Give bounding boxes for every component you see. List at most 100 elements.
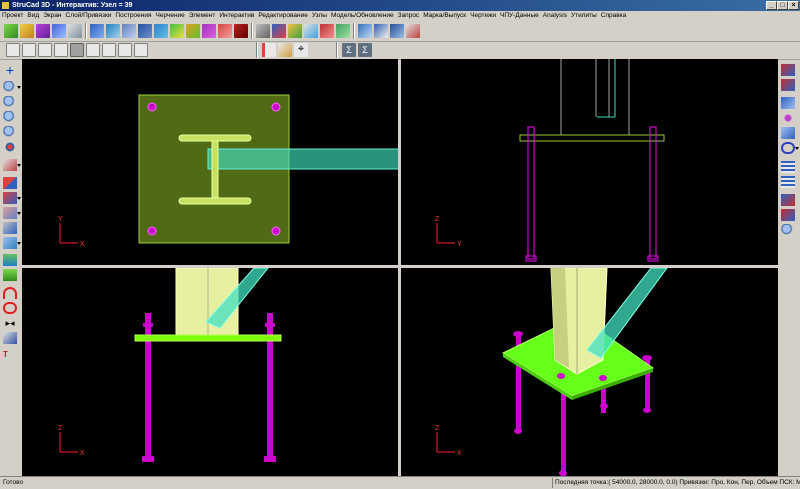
frame-icon[interactable] bbox=[138, 24, 152, 38]
menu-layers[interactable]: Слой/Привязки bbox=[64, 12, 114, 19]
copy-icon[interactable] bbox=[3, 222, 17, 234]
list-icon[interactable] bbox=[374, 24, 388, 38]
bolt-hole[interactable] bbox=[147, 102, 157, 112]
menu-analysis[interactable]: Analysis bbox=[541, 12, 569, 19]
viewport-plan[interactable]: Y X bbox=[22, 59, 398, 265]
close-button[interactable]: × bbox=[788, 1, 799, 10]
viewport-iso[interactable]: Z X bbox=[401, 268, 778, 476]
text-icon[interactable]: T bbox=[3, 349, 17, 361]
box-view-icon[interactable] bbox=[22, 43, 36, 57]
zoom-out-icon[interactable] bbox=[3, 126, 17, 138]
anchor-bolt[interactable] bbox=[649, 126, 657, 260]
section-icon[interactable] bbox=[122, 24, 136, 38]
list-view-icon[interactable] bbox=[781, 79, 795, 91]
filter-icon[interactable] bbox=[3, 207, 17, 219]
report-icon[interactable] bbox=[390, 24, 404, 38]
front-view-icon[interactable] bbox=[38, 43, 52, 57]
solid-view-icon[interactable] bbox=[70, 43, 84, 57]
rotate-right-dropdown[interactable] bbox=[795, 147, 799, 150]
add-plate-icon[interactable] bbox=[186, 24, 200, 38]
menu-nodes[interactable]: Узлы bbox=[310, 12, 329, 19]
sum-icon[interactable]: Σ bbox=[342, 43, 356, 57]
viewport-side[interactable]: Z Y bbox=[401, 59, 778, 265]
select-dropdown[interactable] bbox=[17, 164, 21, 167]
view-icon[interactable] bbox=[106, 24, 120, 38]
bolt-icon[interactable] bbox=[218, 24, 232, 38]
menu-project[interactable]: Проект bbox=[0, 12, 25, 19]
grid-edit-icon[interactable] bbox=[781, 176, 795, 188]
zoom-in-icon[interactable] bbox=[3, 111, 17, 123]
filter-dropdown[interactable] bbox=[17, 212, 21, 215]
side-view-icon[interactable] bbox=[54, 43, 68, 57]
inspect-icon[interactable] bbox=[781, 224, 795, 236]
align-icon[interactable] bbox=[3, 332, 17, 344]
delete-icon[interactable] bbox=[320, 24, 334, 38]
arc-icon[interactable] bbox=[3, 287, 17, 299]
base-plate-side[interactable] bbox=[519, 134, 665, 142]
measure-icon[interactable] bbox=[781, 97, 795, 109]
menu-screen[interactable]: Экран bbox=[41, 12, 63, 19]
menu-model[interactable]: Модель/Обновление bbox=[329, 12, 396, 19]
move-cross-icon[interactable] bbox=[781, 112, 795, 124]
crosshair-icon[interactable]: ⌖ bbox=[294, 43, 308, 57]
dimension-icon[interactable] bbox=[262, 43, 276, 57]
anchor-bolt[interactable] bbox=[527, 126, 535, 260]
export-icon[interactable] bbox=[406, 24, 420, 38]
color-icon[interactable] bbox=[3, 177, 17, 189]
home-view-icon[interactable] bbox=[6, 43, 20, 57]
node-icon[interactable] bbox=[272, 24, 286, 38]
height-icon[interactable] bbox=[3, 254, 17, 266]
iso-view-icon[interactable] bbox=[86, 43, 100, 57]
layer-dropdown[interactable] bbox=[17, 197, 21, 200]
bolt-hole[interactable] bbox=[271, 102, 281, 112]
table-icon[interactable] bbox=[781, 64, 795, 76]
grid-table-icon[interactable] bbox=[781, 161, 795, 173]
move-icon[interactable] bbox=[3, 237, 17, 249]
plate-icon[interactable] bbox=[4, 24, 18, 38]
column-web[interactable] bbox=[211, 140, 219, 199]
menu-view[interactable]: Вид bbox=[25, 12, 41, 19]
zoom-icon[interactable] bbox=[3, 81, 17, 93]
bolt-hole[interactable] bbox=[271, 226, 281, 236]
pan-view-icon[interactable] bbox=[118, 43, 132, 57]
drawing-icon[interactable] bbox=[358, 24, 372, 38]
connection-icon[interactable] bbox=[256, 24, 270, 38]
elevation-icon[interactable] bbox=[154, 24, 168, 38]
beam-icon[interactable] bbox=[20, 24, 34, 38]
target-icon[interactable] bbox=[3, 141, 17, 153]
base-plate-front[interactable] bbox=[134, 334, 282, 342]
mirror-icon[interactable]: ▸◂ bbox=[3, 317, 17, 329]
member-icon[interactable] bbox=[68, 24, 82, 38]
add-column-icon[interactable] bbox=[202, 24, 216, 38]
menu-help[interactable]: Справка bbox=[599, 12, 629, 19]
plate-tool-icon[interactable] bbox=[3, 269, 17, 281]
menu-interactive[interactable]: Интерактив bbox=[217, 12, 256, 19]
menu-edit[interactable]: Редактирование bbox=[256, 12, 310, 19]
sum-selected-icon[interactable]: Σ bbox=[358, 43, 372, 57]
brace-plan[interactable] bbox=[207, 148, 398, 170]
menu-drawings[interactable]: Чертежи bbox=[468, 12, 498, 19]
rotate-view-icon[interactable] bbox=[102, 43, 116, 57]
maximize-button[interactable]: □ bbox=[777, 1, 788, 10]
minimize-button[interactable]: _ bbox=[766, 1, 777, 10]
viewport-front[interactable]: Z X bbox=[22, 268, 398, 476]
stair-icon[interactable] bbox=[304, 24, 318, 38]
menu-cnc[interactable]: ЧПУ-Данные bbox=[498, 12, 541, 19]
menu-construct[interactable]: Построения bbox=[113, 12, 153, 19]
layer-icon[interactable] bbox=[3, 192, 17, 204]
zoom-dropdown[interactable] bbox=[17, 86, 21, 89]
zoom-window-icon[interactable] bbox=[3, 96, 17, 108]
bolt-hole[interactable] bbox=[147, 226, 157, 236]
refresh-icon[interactable] bbox=[336, 24, 350, 38]
menu-draw[interactable]: Черчение bbox=[154, 12, 187, 19]
assembly-icon[interactable] bbox=[781, 194, 795, 206]
plan-view-icon[interactable] bbox=[134, 43, 148, 57]
menu-query[interactable]: Запрос bbox=[396, 12, 422, 19]
column-bottom-flange[interactable] bbox=[178, 197, 252, 205]
menu-element[interactable]: Элемент bbox=[187, 12, 218, 19]
weld-icon[interactable] bbox=[234, 24, 248, 38]
column-icon[interactable] bbox=[36, 24, 50, 38]
select-icon[interactable] bbox=[3, 159, 17, 171]
rotate-icon[interactable] bbox=[3, 302, 17, 314]
move-dropdown[interactable] bbox=[17, 242, 21, 245]
